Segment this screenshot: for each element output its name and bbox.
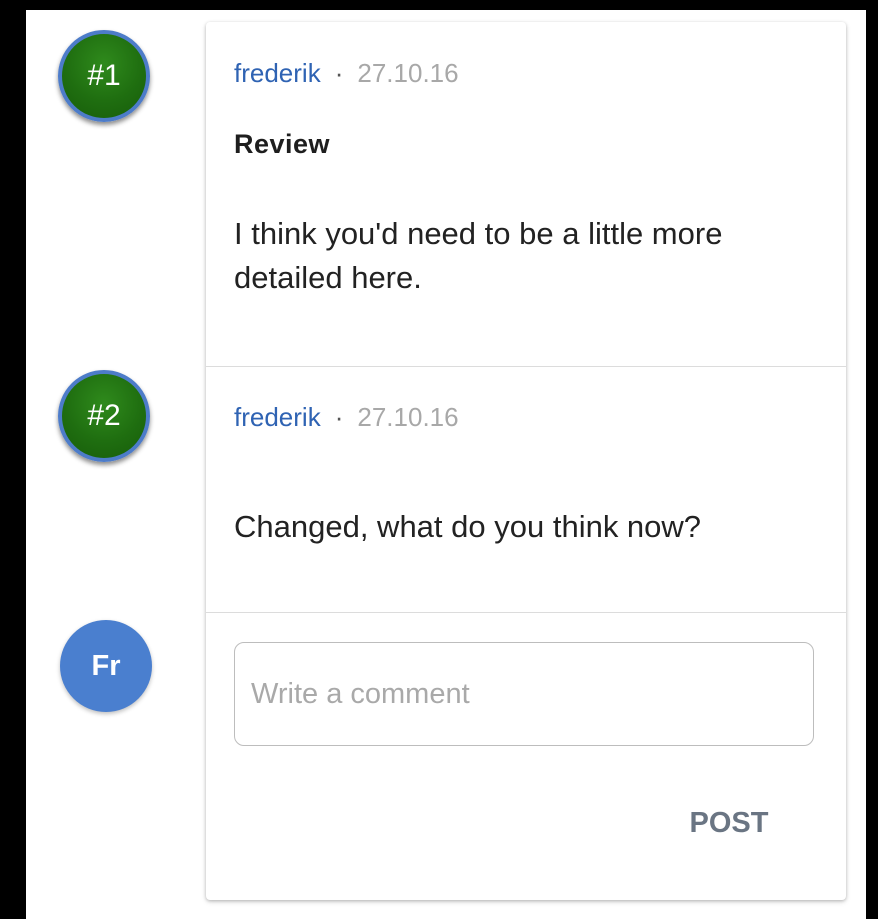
comment-input[interactable] (234, 642, 814, 746)
comment-author[interactable]: frederik (234, 58, 321, 88)
comment-thread-card: frederik · 27.10.16 Review I think you'd n… (206, 22, 846, 900)
comment-item: frederik · 27.10.16 Changed, what do you t… (206, 366, 846, 612)
comment-body: Changed, what do you think now? (234, 509, 702, 544)
comment-title: Review (234, 129, 331, 159)
meta-separator: · (334, 402, 344, 432)
comment-body: I think you'd need to be a little more d… (234, 216, 723, 295)
comment-date: 27.10.16 (357, 402, 459, 432)
user-avatar: Fr (60, 620, 152, 712)
comment-author[interactable]: frederik (234, 402, 321, 432)
comment-marker-2[interactable]: #2 (58, 370, 150, 462)
comment-item: frederik · 27.10.16 Review I think you'd n… (206, 22, 846, 366)
comment-divider (206, 612, 846, 613)
meta-separator: · (334, 58, 344, 88)
comment-marker-1[interactable]: #1 (58, 30, 150, 122)
post-button[interactable]: POST (674, 798, 784, 848)
comment-meta: frederik · 27.10.16 (234, 402, 459, 432)
comment-meta: frederik · 27.10.16 (234, 58, 459, 88)
comment-date: 27.10.16 (357, 58, 459, 88)
